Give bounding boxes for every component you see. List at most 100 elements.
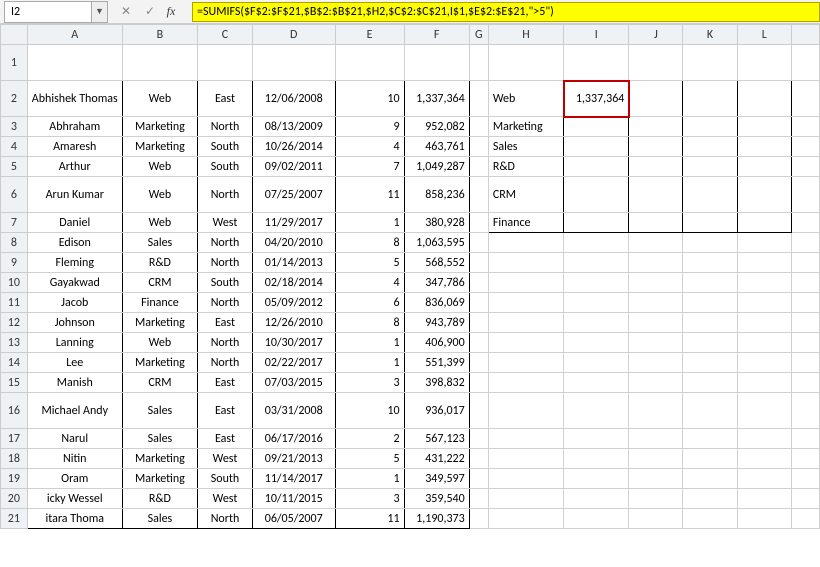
cell-C4[interactable]: South [198, 137, 253, 157]
cell-G19[interactable] [469, 469, 488, 489]
col-head-D[interactable]: D [252, 25, 335, 45]
row-head-4[interactable]: 4 [1, 137, 28, 157]
cell-G3[interactable] [469, 117, 488, 137]
cell-L7[interactable] [737, 213, 791, 233]
cell-C5[interactable]: South [198, 157, 253, 177]
row-head-12[interactable]: 12 [1, 313, 28, 333]
cell-D2[interactable]: 12/06/2008 [252, 81, 335, 117]
row-head-19[interactable]: 19 [1, 469, 28, 489]
cell-C3[interactable]: North [198, 117, 253, 137]
cell-G13[interactable] [469, 333, 488, 353]
cell-H19[interactable] [488, 469, 563, 489]
row-head-7[interactable]: 7 [1, 213, 28, 233]
cell-J8[interactable] [629, 233, 683, 253]
cell-C14[interactable]: North [198, 353, 253, 373]
cell-C12[interactable]: East [198, 313, 253, 333]
col-head-I[interactable]: I [564, 25, 629, 45]
col-head-B[interactable]: B [122, 25, 197, 45]
row-head-9[interactable]: 9 [1, 253, 28, 273]
cell-B6[interactable]: Web [122, 177, 197, 213]
cell-D5[interactable]: 09/02/2011 [252, 157, 335, 177]
row-head-5[interactable]: 5 [1, 157, 28, 177]
cell-B4[interactable]: Marketing [122, 137, 197, 157]
col-head-L[interactable]: L [737, 25, 791, 45]
cell-G9[interactable] [469, 253, 488, 273]
cell-A2[interactable]: Abhishek Thomas [27, 81, 122, 117]
row-head-18[interactable]: 18 [1, 449, 28, 469]
cell-E12[interactable]: 8 [335, 313, 404, 333]
row-head-14[interactable]: 14 [1, 353, 28, 373]
cell-F4[interactable]: 463,761 [404, 137, 469, 157]
cell-G18[interactable] [469, 449, 488, 469]
cell-F19[interactable]: 349,597 [404, 469, 469, 489]
cell-A17[interactable]: Narul [27, 429, 122, 449]
cell-J4[interactable] [629, 137, 683, 157]
cell-G17[interactable] [469, 429, 488, 449]
cell-E16[interactable]: 10 [335, 393, 404, 429]
cell-D13[interactable]: 10/30/2017 [252, 333, 335, 353]
cell-L18[interactable] [737, 449, 791, 469]
cell-I7[interactable] [564, 213, 629, 233]
cell-K18[interactable] [683, 449, 737, 469]
cell-K19[interactable] [683, 469, 737, 489]
col-head-H[interactable]: H [488, 25, 563, 45]
cell-F10[interactable]: 347,786 [404, 273, 469, 293]
cell-J12[interactable] [629, 313, 683, 333]
cell-B11[interactable]: Finance [122, 293, 197, 313]
cell-K3[interactable] [683, 117, 737, 137]
cell-J10[interactable] [629, 273, 683, 293]
cell-J11[interactable] [629, 293, 683, 313]
cell-H12[interactable] [488, 313, 563, 333]
cell-J18[interactable] [629, 449, 683, 469]
cell-H15[interactable] [488, 373, 563, 393]
cell-J6[interactable] [629, 177, 683, 213]
cell-A9[interactable]: Fleming [27, 253, 122, 273]
cell-G15[interactable] [469, 373, 488, 393]
cell-D15[interactable]: 07/03/2015 [252, 373, 335, 393]
col-head-J[interactable]: J [629, 25, 683, 45]
cell-H18[interactable] [488, 449, 563, 469]
name-box-dropdown[interactable]: ▼ [92, 1, 108, 23]
cell-E4[interactable]: 4 [335, 137, 404, 157]
cell-J19[interactable] [629, 469, 683, 489]
cell-I8[interactable] [564, 233, 629, 253]
cell-B17[interactable]: Sales [122, 429, 197, 449]
cell-I13[interactable] [564, 333, 629, 353]
cell-C20[interactable]: West [198, 489, 253, 509]
cell-J9[interactable] [629, 253, 683, 273]
side-head-H[interactable]: Department [488, 45, 563, 81]
cell-K13[interactable] [683, 333, 737, 353]
cell-H8[interactable] [488, 233, 563, 253]
cell-L21[interactable] [737, 509, 791, 529]
cell-K2[interactable] [683, 81, 737, 117]
cell-G6[interactable] [469, 177, 488, 213]
cell-E20[interactable]: 3 [335, 489, 404, 509]
cell-D12[interactable]: 12/26/2010 [252, 313, 335, 333]
cell-J21[interactable] [629, 509, 683, 529]
cell-K17[interactable] [683, 429, 737, 449]
cell-E21[interactable]: 11 [335, 509, 404, 529]
cell-K20[interactable] [683, 489, 737, 509]
cell-G12[interactable] [469, 313, 488, 333]
cell-G8[interactable] [469, 233, 488, 253]
cell-J7[interactable] [629, 213, 683, 233]
row-head-21[interactable]: 21 [1, 509, 28, 529]
cell-L8[interactable] [737, 233, 791, 253]
cell-A16[interactable]: Michael Andy [27, 393, 122, 429]
main-head-D[interactable]: Joining Date [252, 45, 335, 81]
cell-G21[interactable] [469, 509, 488, 529]
cell-F14[interactable]: 551,399 [404, 353, 469, 373]
cell-L12[interactable] [737, 313, 791, 333]
cell-I21[interactable] [564, 509, 629, 529]
cell-A11[interactable]: Jacob [27, 293, 122, 313]
cell-K11[interactable] [683, 293, 737, 313]
cell-I18[interactable] [564, 449, 629, 469]
cell-D7[interactable]: 11/29/2017 [252, 213, 335, 233]
col-head-K[interactable]: K [683, 25, 737, 45]
cell-D6[interactable]: 07/25/2007 [252, 177, 335, 213]
cell-I5[interactable] [564, 157, 629, 177]
cell-G2[interactable] [469, 81, 488, 117]
cell-C10[interactable]: South [198, 273, 253, 293]
cell-E9[interactable]: 5 [335, 253, 404, 273]
cell-E11[interactable]: 6 [335, 293, 404, 313]
